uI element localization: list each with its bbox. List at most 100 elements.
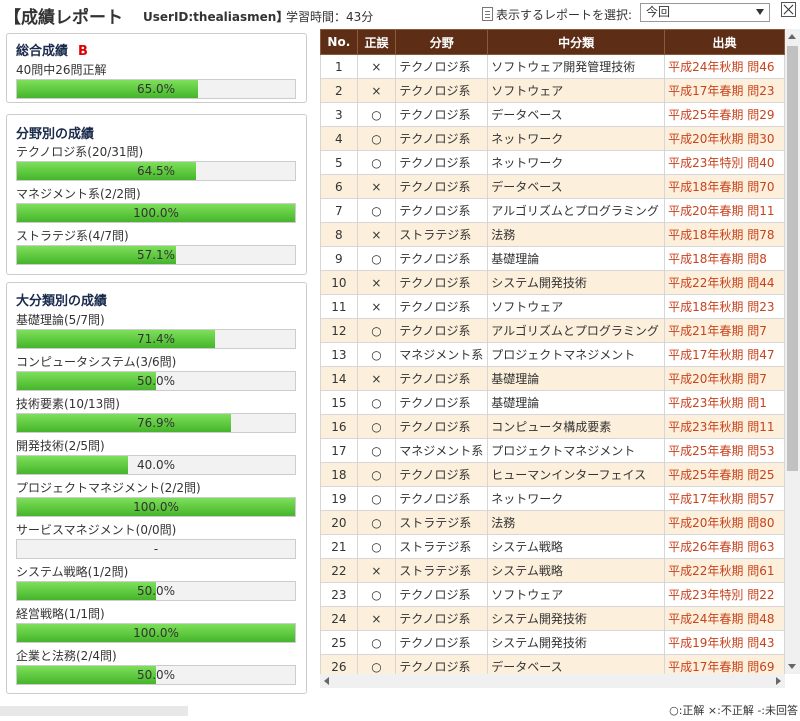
row-number: 4 [320,126,358,151]
document-icon [482,7,493,21]
category-cell: ソフトウェア [487,78,666,103]
result-mark: × [356,606,397,631]
table-row[interactable]: 14 × テクノロジ系 基礎理論 平成20年秋期 問7 [320,366,785,391]
field-cell: テクノロジ系 [395,78,489,103]
table-row[interactable]: 4 ○ テクノロジ系 ネットワーク 平成20年秋期 問30 [320,126,785,151]
close-button[interactable] [781,2,796,17]
category-cell: ネットワーク [487,126,666,151]
table-row[interactable]: 16 ○ テクノロジ系 コンピュータ構成要素 平成23年秋期 問11 [320,414,785,439]
table-row[interactable]: 13 ○ マネジメント系 プロジェクトマネジメント 平成17年秋期 問47 [320,342,785,367]
source-cell: 平成25年春期 問29 [664,102,785,127]
source-cell: 平成22年秋期 問44 [664,270,785,295]
report-select-dropdown[interactable]: 今回 [640,3,770,22]
table-row[interactable]: 22 × ストラテジ系 システム戦略 平成22年秋期 問61 [320,558,785,583]
source-cell: 平成17年秋期 問47 [664,342,785,367]
table-row[interactable]: 12 ○ テクノロジ系 アルゴリズムとプログラミング 平成21年春期 問7 [320,318,785,343]
category-score-panel: 大分類別の成績 基礎理論(5/7問) 71.4% コンピュータシステム(3/6問) 5… [6,282,307,694]
column-header-category: 中分類 [487,29,666,55]
field-score-progress-text: 64.5% [136,164,176,178]
table-row[interactable]: 8 × ストラテジ系 法務 平成18年秋期 問78 [320,222,785,247]
row-number: 7 [320,198,358,223]
field-cell: テクノロジ系 [395,150,489,175]
source-cell: 平成25年春期 問25 [664,462,785,487]
table-row[interactable]: 19 ○ テクノロジ系 ネットワーク 平成17年秋期 問57 [320,486,785,511]
overall-summary: 40問中26問正解 [16,63,107,77]
category-score-progress-text: 100.0% [133,500,179,514]
row-number: 18 [320,462,358,487]
table-row[interactable]: 24 × テクノロジ系 システム開発技術 平成24年春期 問48 [320,606,785,631]
field-cell: マネジメント系 [395,342,489,367]
table-row[interactable]: 15 ○ テクノロジ系 基礎理論 平成23年秋期 問1 [320,390,785,415]
table-row[interactable]: 2 × テクノロジ系 ソフトウェア 平成17年春期 問23 [320,78,785,103]
category-cell: システム開発技術 [487,270,666,295]
field-cell: テクノロジ系 [395,318,489,343]
table-row[interactable]: 1 × テクノロジ系 ソフトウェア開発管理技術 平成24年秋期 問46 [320,54,785,79]
category-cell: 法務 [487,222,666,247]
table-row[interactable]: 5 ○ テクノロジ系 ネットワーク 平成23年特別 問40 [320,150,785,175]
table-row[interactable]: 11 × テクノロジ系 ソフトウェア 平成18年秋期 問23 [320,294,785,319]
table-row[interactable]: 23 ○ テクノロジ系 ソフトウェア 平成23年特別 問22 [320,582,785,607]
result-mark: ○ [356,510,397,535]
category-score-label: システム戦略(1/2問) [16,565,129,579]
result-mark: × [356,222,397,247]
table-row[interactable]: 10 × テクノロジ系 システム開発技術 平成22年秋期 問44 [320,270,785,295]
scrollbar-thumb[interactable] [787,46,798,471]
result-mark: ○ [356,342,397,367]
category-cell: システム開発技術 [487,630,666,655]
source-cell: 平成23年秋期 問11 [664,414,785,439]
row-number: 19 [320,486,358,511]
result-mark: × [356,174,397,199]
vertical-scrollbar[interactable] [785,29,800,674]
field-cell: ストラテジ系 [395,510,489,535]
table-row[interactable]: 7 ○ テクノロジ系 アルゴリズムとプログラミング 平成20年春期 問11 [320,198,785,223]
field-cell: テクノロジ系 [395,582,489,607]
scroll-left-icon[interactable] [324,677,329,685]
table-row[interactable]: 26 ○ テクノロジ系 データベース 平成17年春期 問69 [320,654,785,674]
horizontal-scrollbar[interactable] [320,674,785,688]
scroll-right-icon[interactable] [776,677,781,685]
table-row[interactable]: 17 ○ マネジメント系 プロジェクトマネジメント 平成25年春期 問53 [320,438,785,463]
source-cell: 平成25年春期 問53 [664,438,785,463]
source-cell: 平成17年春期 問69 [664,654,785,674]
scroll-down-icon[interactable] [788,664,796,669]
field-cell: テクノロジ系 [395,198,489,223]
result-mark: × [356,54,397,79]
table-row[interactable]: 18 ○ テクノロジ系 ヒューマンインターフェイス 平成25年春期 問25 [320,462,785,487]
field-score-label: ストラテジ系(4/7問) [16,229,129,243]
scroll-up-icon[interactable] [788,34,796,39]
source-cell: 平成18年秋期 問23 [664,294,785,319]
source-cell: 平成20年秋期 問80 [664,510,785,535]
results-table-container[interactable]: No. 正誤 分野 中分類 出典 1 × テクノロジ系 ソフトウェア開発管理技術 平成2… [320,29,785,674]
table-row[interactable]: 9 ○ テクノロジ系 基礎理論 平成18年春期 問8 [320,246,785,271]
row-number: 8 [320,222,358,247]
field-score-label: マネジメント系(2/2問) [16,187,141,201]
field-cell: テクノロジ系 [395,486,489,511]
result-mark: ○ [356,246,397,271]
table-row[interactable]: 21 ○ ストラテジ系 システム戦略 平成26年春期 問63 [320,534,785,559]
chevron-down-icon [756,9,764,15]
category-cell: データベース [487,174,666,199]
result-mark: × [356,294,397,319]
category-cell: アルゴリズムとプログラミング [487,198,666,223]
table-row[interactable]: 20 ○ ストラテジ系 法務 平成20年秋期 問80 [320,510,785,535]
category-score-label: プロジェクトマネジメント(2/2問) [16,481,201,495]
table-row[interactable]: 25 ○ テクノロジ系 システム開発技術 平成19年秋期 問43 [320,630,785,655]
result-mark: × [356,78,397,103]
row-number: 21 [320,534,358,559]
results-table: No. 正誤 分野 中分類 出典 1 × テクノロジ系 ソフトウェア開発管理技術 平成2… [320,29,785,674]
source-cell: 平成17年春期 問23 [664,78,785,103]
table-row[interactable]: 6 × テクノロジ系 データベース 平成18年春期 問70 [320,174,785,199]
result-mark: ○ [356,630,397,655]
table-row[interactable]: 3 ○ テクノロジ系 データベース 平成25年春期 問29 [320,102,785,127]
category-cell: データベース [487,102,666,127]
result-mark: ○ [356,414,397,439]
category-score-label: コンピュータシステム(3/6問) [16,355,177,369]
result-mark: ○ [356,390,397,415]
category-cell: アルゴリズムとプログラミング [487,318,666,343]
field-cell: テクノロジ系 [395,174,489,199]
field-score-progress-text: 57.1% [136,248,176,262]
category-score-label: 技術要素(10/13問) [16,397,120,411]
column-header-no: No. [320,29,358,55]
field-cell: テクノロジ系 [395,390,489,415]
field-score-panel: 分野別の成績 テクノロジ系(20/31問) 64.5% マネジメント系(2/2問) 1… [6,114,307,275]
